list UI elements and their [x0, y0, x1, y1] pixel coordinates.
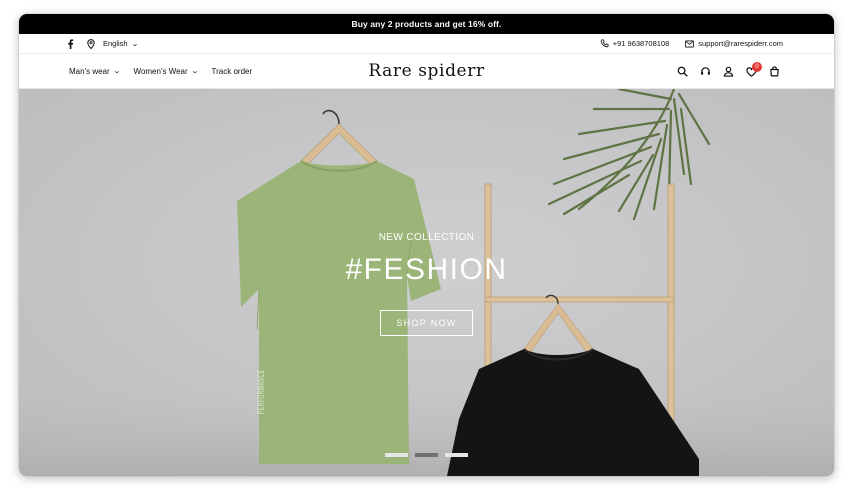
search-icon[interactable]	[671, 62, 694, 82]
language-label: English	[103, 39, 128, 48]
slider-dot-3[interactable]	[445, 453, 468, 457]
browser-page: Buy any 2 products and get 16% off. Engl…	[19, 14, 834, 476]
headset-icon[interactable]	[694, 62, 717, 82]
nav-item-label: Man's wear	[69, 66, 110, 76]
language-selector[interactable]: English ⌄	[103, 39, 139, 48]
nav-icons: 0	[671, 54, 786, 89]
nav-item-label: Women's Wear	[133, 66, 188, 76]
main-nav: Man's wear ⌄ Women's Wear ⌄ Track order …	[19, 54, 834, 89]
chevron-down-icon: ⌄	[112, 68, 121, 75]
nav-item-mens-wear[interactable]: Man's wear ⌄	[69, 67, 120, 76]
hero-eyebrow: NEW COLLECTION	[378, 232, 475, 243]
mail-icon	[685, 40, 695, 47]
hero-headline: #FESHION	[345, 253, 508, 286]
chevron-down-icon: ⌄	[190, 68, 199, 75]
hero-content: NEW COLLECTION #FESHION SHOP NOW	[19, 89, 834, 476]
announcement-bar: Buy any 2 products and get 16% off.	[19, 14, 834, 34]
email-contact[interactable]: support@rarespiderr.com	[685, 39, 783, 48]
brand-logo[interactable]: Rare spiderr	[368, 61, 484, 81]
slider-dot-2[interactable]	[415, 453, 438, 457]
nav-item-womens-wear[interactable]: Women's Wear ⌄	[133, 66, 199, 76]
user-icon[interactable]	[717, 62, 740, 82]
facebook-icon[interactable]	[67, 38, 74, 49]
nav-item-track-order[interactable]: Track order	[212, 67, 253, 76]
wishlist-button[interactable]: 0	[740, 61, 763, 82]
phone-contact[interactable]: +91 9638708108	[600, 39, 670, 48]
slider-dot-1[interactable]	[385, 453, 408, 457]
shop-now-button[interactable]: SHOP NOW	[380, 310, 473, 336]
announcement-text: Buy any 2 products and get 16% off.	[351, 19, 502, 29]
location-icon[interactable]	[87, 38, 95, 49]
top-bar: English ⌄ +91 9638708108 support@rarespi…	[19, 34, 834, 54]
phone-icon	[600, 39, 609, 48]
nav-item-label: Track order	[211, 66, 253, 76]
email-address: support@rarespiderr.com	[698, 39, 783, 48]
hero-banner: PERFORMANCE NEW COLLECTION #FESHION SHOP…	[19, 89, 834, 476]
bag-icon[interactable]	[763, 62, 786, 82]
wishlist-count-badge: 0	[752, 61, 762, 72]
chevron-down-icon: ⌄	[130, 40, 139, 48]
phone-number: +91 9638708108	[612, 39, 670, 48]
slider-dots	[385, 453, 475, 457]
nav-menu: Man's wear ⌄ Women's Wear ⌄ Track order	[69, 67, 266, 76]
